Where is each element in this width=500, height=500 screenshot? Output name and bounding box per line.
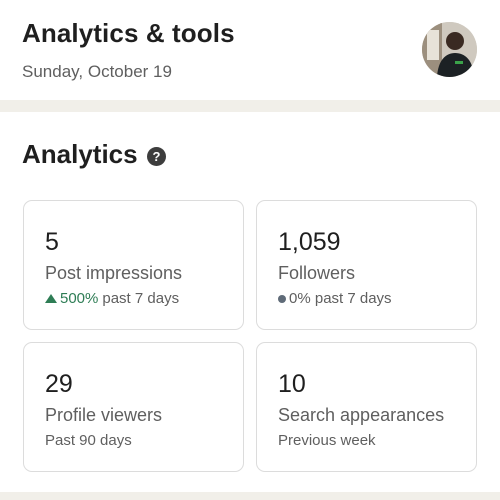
analytics-heading: Analytics	[22, 139, 138, 169]
profile-viewers-period: Past 90 days	[45, 432, 132, 449]
profile-avatar[interactable]	[422, 22, 477, 77]
section-divider	[0, 100, 500, 112]
post-impressions-trend: 500% past 7 days	[45, 290, 179, 307]
profile-viewers-value: 29	[45, 370, 73, 398]
followers-card[interactable]: 1,059 Followers 0% past 7 days	[256, 200, 477, 330]
search-appearances-period: Previous week	[278, 432, 376, 449]
analytics-tools-page: Analytics & tools Sunday, October 19 Ana…	[0, 0, 500, 500]
search-appearances-label: Search appearances	[278, 405, 445, 425]
trend-text: 0% past 7 days	[289, 290, 392, 307]
triangle-up-icon	[45, 294, 57, 303]
trend-percent: 500%	[60, 290, 99, 307]
trend-period: past 7 days	[102, 290, 180, 307]
followers-trend: 0% past 7 days	[278, 290, 392, 307]
dot-icon	[278, 294, 286, 303]
page-date: Sunday, October 19	[22, 62, 172, 81]
post-impressions-card[interactable]: 5 Post impressions 500% past 7 days	[23, 200, 244, 330]
help-icon[interactable]: ?	[147, 147, 166, 166]
post-impressions-value: 5	[45, 228, 59, 256]
profile-viewers-card[interactable]: 29 Profile viewers Past 90 days	[23, 342, 244, 472]
followers-value: 1,059	[278, 228, 341, 256]
bottom-divider	[0, 492, 500, 500]
post-impressions-label: Post impressions	[45, 263, 183, 283]
search-appearances-value: 10	[278, 370, 306, 398]
page-title: Analytics & tools	[22, 18, 235, 48]
avatar-image	[422, 22, 477, 77]
followers-label: Followers	[278, 263, 356, 283]
search-appearances-card[interactable]: 10 Search appearances Previous week	[256, 342, 477, 472]
page-header: Analytics & tools Sunday, October 19	[0, 0, 500, 100]
profile-viewers-label: Profile viewers	[45, 405, 163, 425]
